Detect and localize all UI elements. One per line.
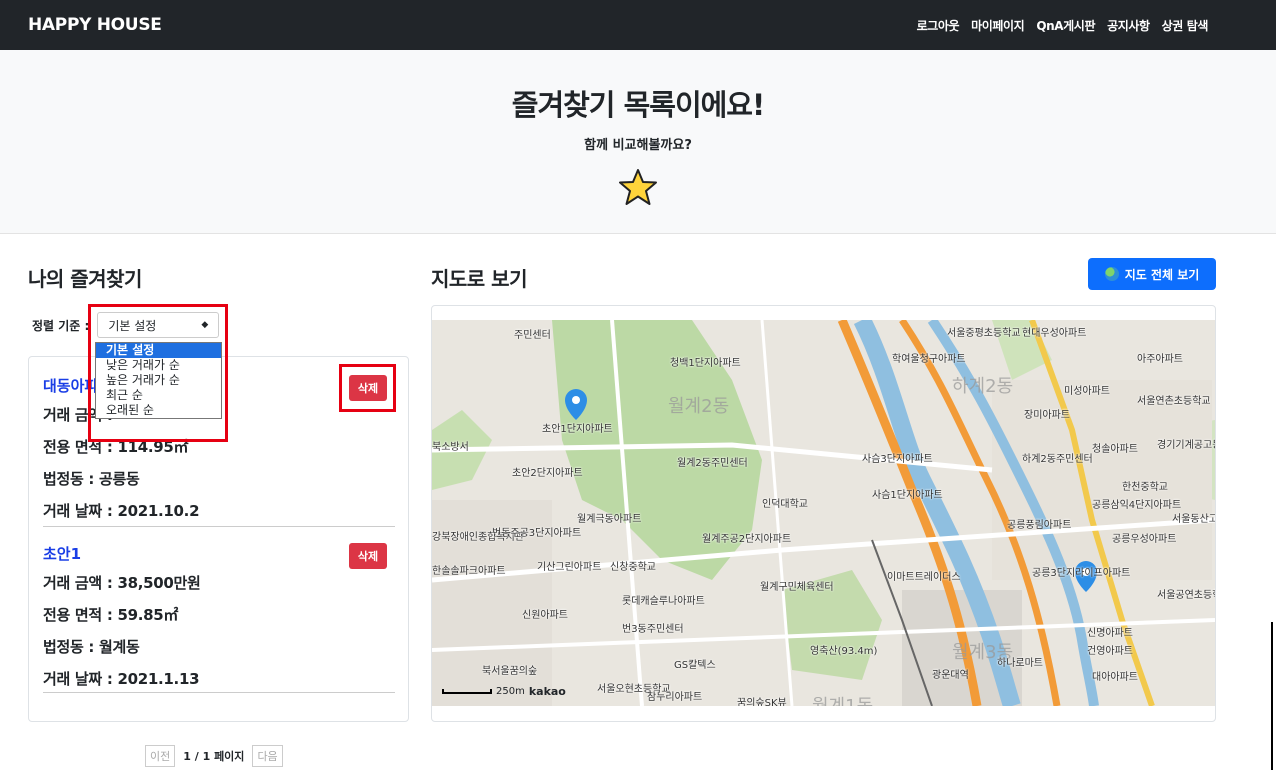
kakao-logo: kakao xyxy=(528,685,566,698)
globe-icon xyxy=(1104,267,1119,281)
highlight-box-delete xyxy=(339,364,396,412)
map-place-label: 공릉3단지라이프아파트 xyxy=(1032,568,1131,579)
map-place-label: 초안2단지아파트 xyxy=(512,468,583,479)
nav-links: 로그아웃 마이페이지 QnA게시판 공지사항 상권 탐색 xyxy=(917,17,1209,34)
delete-button[interactable]: 삭제 xyxy=(349,543,387,569)
kakao-map[interactable]: 월계2동 하계2동 월계3동 월계1동 주민센터 서울중평초등학교 현대우성아파… xyxy=(432,320,1215,706)
map-place-label: 사슴3단지아파트 xyxy=(862,454,933,465)
map-place-label: 영축산(93.4m) xyxy=(810,646,878,657)
hero-subtitle: 함께 비교해볼까요? xyxy=(584,138,692,153)
map-place-label: 경기기계공고등학교 xyxy=(1157,440,1215,451)
deal-price: 거래 금액 : 38,500만원 xyxy=(43,574,201,592)
map-place-label: 건영아파트 xyxy=(1087,646,1133,657)
map-place-label: 월계구민체육센터 xyxy=(760,582,834,593)
list-item: 초안1 거래 금액 : 38,500만원 전용 면적 : 59.85㎡ 법정동 … xyxy=(43,543,395,693)
map-card: 월계2동 하계2동 월계3동 월계1동 주민센터 서울중평초등학교 현대우성아파… xyxy=(431,305,1216,722)
map-place-label: 공릉풍림아파트 xyxy=(1007,520,1072,531)
map-place-label: 서울연촌초등학교 xyxy=(1137,396,1211,407)
map-place-label: 월계주공2단지아파트 xyxy=(702,534,792,545)
show-full-map-button[interactable]: 지도 전체 보기 xyxy=(1088,258,1216,290)
show-full-map-label: 지도 전체 보기 xyxy=(1124,267,1200,282)
map-place-label: 서울중평초등학교 xyxy=(947,328,1021,339)
hero-title: 즐겨찾기 목록이에요! xyxy=(511,88,765,122)
map-place-label: 인덕대학교 xyxy=(762,499,808,510)
map-place-label: 사슴1단지아파트 xyxy=(872,490,943,501)
map-place-label: 학여울청구아파트 xyxy=(892,354,966,365)
favorites-title: 나의 즐겨찾기 xyxy=(28,267,142,291)
navbar: HAPPY HOUSE 로그아웃 마이페이지 QnA게시판 공지사항 상권 탐색 xyxy=(0,0,1276,50)
map-place-label: 하계2동주민센터 xyxy=(1022,454,1093,465)
map-place-label: 미성아파트 xyxy=(1064,386,1110,397)
map-place-label: 번동주공3단지아파트 xyxy=(492,528,582,539)
apartment-name-link[interactable]: 초안1 xyxy=(43,543,395,564)
page-info: 1 / 1 페이지 xyxy=(183,750,245,763)
map-place-label: 현대우성아파트 xyxy=(1022,328,1087,339)
map-place-label: 이마트트레이더스 xyxy=(887,572,961,583)
map-region-label: 월계2동 xyxy=(668,396,730,417)
scale-text: 250m xyxy=(496,686,525,697)
nav-notice[interactable]: 공지사항 xyxy=(1107,17,1150,34)
prev-page-button[interactable]: 이전 xyxy=(145,745,176,767)
hero-section: 즐겨찾기 목록이에요! 함께 비교해볼까요? xyxy=(0,50,1276,234)
nav-logout[interactable]: 로그아웃 xyxy=(917,17,960,34)
scale-bar xyxy=(442,689,492,694)
map-region-label: 월계1동 xyxy=(812,692,873,706)
map-place-label: 꿈의숲SK뷰 xyxy=(737,698,787,706)
map-place-label: 공릉삼익4단지아파트 xyxy=(1092,500,1182,511)
map-place-label: 대아아파트 xyxy=(1092,672,1138,683)
map-place-label: 광운대역 xyxy=(932,670,969,681)
map-place-label: 참누리아파트 xyxy=(647,692,703,703)
sort-label: 정렬 기준 : xyxy=(32,318,90,333)
map-place-label: 아주아파트 xyxy=(1137,354,1183,365)
map-place-label: 신창중학교 xyxy=(610,562,656,573)
nav-commercial[interactable]: 상권 탐색 xyxy=(1162,17,1209,34)
map-region-label: 하계2동 xyxy=(952,376,1014,397)
map-place-label: 신원아파트 xyxy=(522,610,568,621)
legal-dong: 법정동 : 월계동 xyxy=(43,638,140,656)
map-place-label: 한솔솔파크아파트 xyxy=(432,566,506,577)
map-place-label: 북서울꿈의숲 xyxy=(482,666,538,677)
brand-logo[interactable]: HAPPY HOUSE xyxy=(28,15,162,35)
map-place-label: 월계극동아파트 xyxy=(577,514,642,525)
next-page-button[interactable]: 다음 xyxy=(252,745,283,767)
map-place-label: 신명아파트 xyxy=(1087,628,1133,639)
map-place-label: 롯데캐슬루나아파트 xyxy=(622,596,705,607)
map-place-label: 주민센터 xyxy=(514,330,551,341)
map-place-label: 월계2동주민센터 xyxy=(677,458,748,469)
window-edge-line xyxy=(1271,622,1273,770)
map-scale: 250m kakao xyxy=(442,685,566,698)
map-place-label: 공릉우성아파트 xyxy=(1112,534,1177,545)
pagination: 이전 1 / 1 페이지 다음 xyxy=(145,745,283,767)
highlight-box-sort xyxy=(88,304,228,442)
map-place-label: 장미아파트 xyxy=(1024,410,1070,421)
map-place-label: 서울동산고등학교 xyxy=(1172,514,1215,525)
map-place-label: 하나로마트 xyxy=(997,658,1043,669)
area: 전용 면적 : 59.85㎡ xyxy=(43,606,179,624)
nav-mypage[interactable]: 마이페이지 xyxy=(971,17,1025,34)
map-place-label: 청솔아파트 xyxy=(1092,444,1138,455)
map-place-label: 한천중학교 xyxy=(1122,482,1168,493)
map-place-label: 기산그린아파트 xyxy=(537,562,602,573)
map-place-label: 번3동주민센터 xyxy=(622,624,684,635)
map-place-label: GS칼텍스 xyxy=(674,660,716,671)
legal-dong: 법정동 : 공릉동 xyxy=(43,470,140,488)
map-place-label: 북소방서 xyxy=(432,442,469,453)
map-place-label: 서울공연초등학교 xyxy=(1157,590,1215,601)
deal-date: 거래 날짜 : 2021.10.2 xyxy=(43,502,200,520)
deal-date: 거래 날짜 : 2021.1.13 xyxy=(43,670,200,688)
map-place-label: 초안1단지아파트 xyxy=(542,424,613,435)
map-title: 지도로 보기 xyxy=(431,267,527,291)
nav-qna[interactable]: QnA게시판 xyxy=(1036,17,1095,34)
map-place-label: 청백1단지아파트 xyxy=(670,358,741,369)
star-icon xyxy=(619,169,657,205)
